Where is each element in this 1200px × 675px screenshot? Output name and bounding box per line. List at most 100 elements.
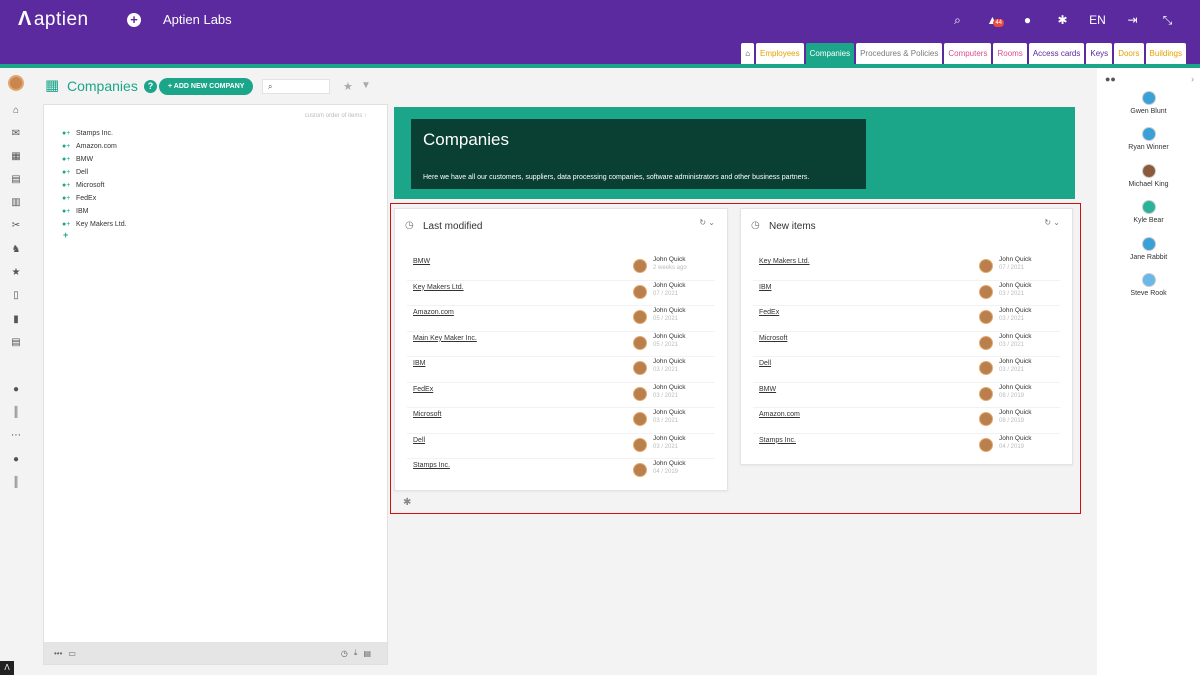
company-user-icon: ●+ xyxy=(62,130,71,137)
last-modified-list: BMW John Quick 2 weeks ago Key Makers Ltd. J… xyxy=(407,255,715,485)
list-item[interactable]: ●+ IBM xyxy=(62,205,127,218)
list-item[interactable]: ●+ FedEx xyxy=(62,192,127,205)
tab-buildings[interactable]: Buildings xyxy=(1145,43,1186,64)
tab-doors[interactable]: Doors xyxy=(1114,43,1144,64)
library-icon[interactable]: ║ xyxy=(9,407,23,419)
calendar-icon[interactable]: ▦ xyxy=(9,151,23,163)
person-item[interactable]: Steve Rook xyxy=(1097,273,1200,297)
company-link[interactable]: Main Key Maker Inc. xyxy=(413,335,477,342)
tools-icon[interactable]: ✂ xyxy=(9,220,23,232)
chevron-right-icon[interactable]: › xyxy=(1191,74,1194,84)
list-item[interactable]: ●+ Key Makers Ltd. xyxy=(62,218,127,231)
company-link[interactable]: Dell xyxy=(413,437,425,444)
tab-rooms[interactable]: Rooms xyxy=(993,43,1027,64)
company-link[interactable]: BMW xyxy=(759,386,776,393)
language-switch[interactable]: EN xyxy=(1080,12,1115,28)
home-icon: ⌂ xyxy=(745,49,751,58)
team-icon[interactable]: ● xyxy=(9,454,23,466)
add-company-button[interactable]: + ADD NEW COMPANY xyxy=(159,78,254,95)
list-item[interactable]: ●+ Dell xyxy=(62,166,127,179)
tab-home[interactable]: ⌂ xyxy=(741,43,755,64)
org-name[interactable]: Aptien Labs xyxy=(163,12,232,27)
mail-icon[interactable]: ✉ xyxy=(9,128,23,140)
list-item[interactable]: ●+ Microsoft xyxy=(62,179,127,192)
chevron-down-icon[interactable]: ⌄ xyxy=(1053,218,1060,227)
person-item[interactable]: Ryan Winner xyxy=(1097,127,1200,151)
avatar[interactable] xyxy=(8,75,24,91)
company-link[interactable]: Key Makers Ltd. xyxy=(413,284,464,291)
company-link[interactable]: Dell xyxy=(759,360,771,367)
list-item[interactable]: ●+ Stamps Inc. xyxy=(62,127,127,140)
team-icon[interactable]: ●● xyxy=(1105,74,1116,84)
company-link[interactable]: Microsoft xyxy=(759,335,787,342)
chevron-down-icon[interactable]: ⌄ xyxy=(708,218,715,227)
report-icon[interactable]: ▤ xyxy=(9,337,23,349)
add-icon[interactable]: + xyxy=(127,13,141,27)
company-link[interactable]: Microsoft xyxy=(413,411,441,418)
modified-date: 07 / 2021 xyxy=(999,265,1025,271)
company-link[interactable]: FedEx xyxy=(413,386,433,393)
tab-procedures-policies[interactable]: Procedures & Policies xyxy=(856,43,943,64)
custom-order-toggle[interactable]: custom order of items ↑ xyxy=(305,113,367,119)
person-item[interactable]: Gwen Blunt xyxy=(1097,91,1200,115)
checklist-icon[interactable]: ▥ xyxy=(9,197,23,209)
person-item[interactable]: Jane Rabbit xyxy=(1097,236,1200,261)
bell-icon[interactable]: ▲ 44 xyxy=(975,12,1010,28)
star-icon[interactable]: ★ xyxy=(9,267,23,279)
filter-icon[interactable]: ▼ xyxy=(361,80,371,91)
person-item[interactable]: Michael King xyxy=(1097,163,1200,188)
refresh-icon[interactable]: ↻ xyxy=(699,218,706,227)
modified-by: John Quick xyxy=(999,281,1032,289)
tab-employees[interactable]: Employees xyxy=(756,43,804,64)
refresh-icon[interactable]: ↻ xyxy=(1044,218,1051,227)
card-title: Last modified xyxy=(423,221,483,232)
list-item: Amazon.com John Quick 08 / 2019 xyxy=(753,408,1060,434)
book-icon[interactable]: ▮ xyxy=(9,314,23,326)
export-icon[interactable]: ⤓ xyxy=(354,648,358,658)
gear-icon[interactable]: ✱ xyxy=(1045,12,1080,28)
books-icon[interactable]: ║ xyxy=(9,477,23,489)
collapse-icon[interactable]: ⤡ xyxy=(1150,12,1185,28)
dog-icon[interactable]: ♞ xyxy=(9,244,23,256)
company-link[interactable]: Amazon.com xyxy=(413,309,454,316)
help-icon[interactable]: ? xyxy=(144,80,157,93)
logout-icon[interactable]: ⇥ xyxy=(1115,12,1150,28)
modified-date: 05 / 2021 xyxy=(653,316,679,322)
tag-icon[interactable]: ▭ xyxy=(68,649,76,658)
chat-icon[interactable]: ● xyxy=(1010,12,1045,28)
company-link[interactable]: Key Makers Ltd. xyxy=(759,258,810,265)
home-icon[interactable]: ⌂ xyxy=(9,105,23,117)
modified-date: 03 / 2021 xyxy=(999,341,1025,348)
clipboard-icon[interactable]: ▤ xyxy=(9,174,23,186)
user-icon[interactable]: ● xyxy=(9,384,23,396)
company-link[interactable]: IBM xyxy=(413,360,425,367)
company-link[interactable]: Amazon.com xyxy=(759,411,800,418)
more-icon[interactable]: ••• xyxy=(54,649,62,658)
list-item[interactable]: ●+ BMW xyxy=(62,153,127,166)
pdf-icon[interactable]: ▤ xyxy=(363,649,371,658)
company-link[interactable]: IBM xyxy=(759,284,771,291)
tab-companies[interactable]: Companies xyxy=(805,43,855,64)
company-link[interactable]: BMW xyxy=(413,258,430,265)
list-item[interactable]: ●+ Amazon.com xyxy=(62,140,127,153)
person-item[interactable]: Kyle Bear xyxy=(1097,200,1200,224)
history-icon[interactable]: ◷ xyxy=(341,649,348,658)
person-name: Kyle Bear xyxy=(1133,217,1164,225)
search-input[interactable]: ⌕ xyxy=(262,79,330,94)
search-icon[interactable]: ⌕ xyxy=(940,12,975,28)
avatar xyxy=(1141,273,1156,287)
company-link[interactable]: FedEx xyxy=(759,309,779,316)
company-link[interactable]: Stamps Inc. xyxy=(413,462,450,469)
company-link[interactable]: Stamps Inc. xyxy=(759,437,796,444)
tab-keys[interactable]: Keys xyxy=(1086,43,1113,64)
more-icon[interactable]: ⋯ xyxy=(9,430,23,442)
app-corner-icon[interactable]: Λ xyxy=(0,661,14,675)
aptien-logo[interactable]: Λ aptien xyxy=(18,8,89,31)
document-icon[interactable]: ▯ xyxy=(9,290,23,302)
favorite-star-icon[interactable]: ★ xyxy=(343,80,353,93)
add-item-icon[interactable]: + xyxy=(63,230,68,240)
tab-computers[interactable]: Computers xyxy=(944,43,992,64)
tab-access-cards[interactable]: Access cards xyxy=(1028,43,1085,64)
gear-icon[interactable]: ✱ xyxy=(403,497,411,508)
list-item: Microsoft John Quick 03 / 2021 xyxy=(753,332,1060,357)
